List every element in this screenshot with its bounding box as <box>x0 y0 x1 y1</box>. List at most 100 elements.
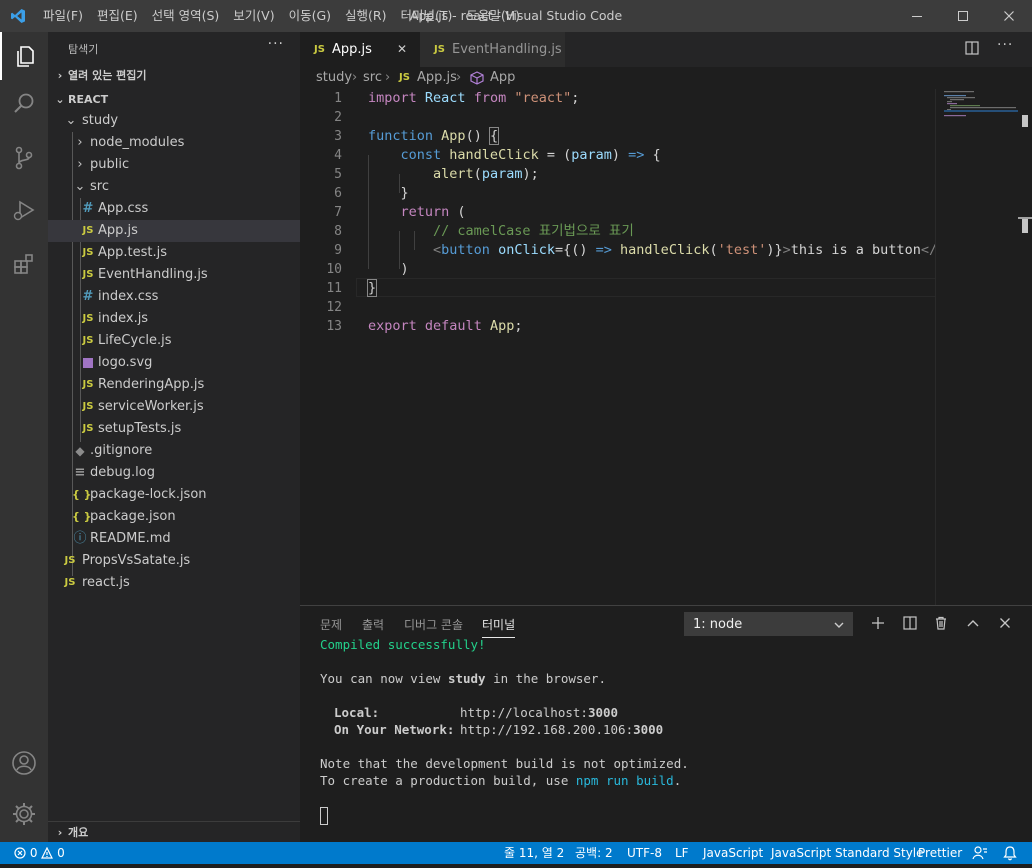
menu-terminal[interactable]: 터미널(T) <box>394 0 460 32</box>
tree-file-propsvssatate-js[interactable]: JS PropsVsSatate.js <box>48 550 300 572</box>
tree-file-readme-md[interactable]: ⓘ README.md <box>48 528 300 550</box>
minimize-button[interactable] <box>894 0 940 32</box>
minimap[interactable] <box>935 89 1019 605</box>
folder-label: node_modules <box>90 135 185 150</box>
feedback-button[interactable] <box>972 845 988 868</box>
editor-more-button[interactable]: ··· <box>997 37 1013 53</box>
chevron-down-icon <box>834 622 844 628</box>
terminal-compiled: Compiled successfully! <box>320 637 486 652</box>
terminal-select[interactable]: 1: node <box>684 612 853 636</box>
editor-scrollbar[interactable] <box>1018 89 1032 605</box>
maximize-button[interactable] <box>940 0 986 32</box>
tree-folder-study[interactable]: ⌄ study <box>48 110 300 132</box>
breadcrumb-item[interactable]: App.js <box>417 67 457 89</box>
outline-section[interactable]: › 개요 <box>48 821 300 844</box>
panel-tab-problems[interactable]: 문제 <box>320 616 342 633</box>
notifications-button[interactable] <box>1003 845 1017 868</box>
chevron-down-icon: ⌄ <box>65 113 77 128</box>
menu-edit[interactable]: 편집(E) <box>90 0 145 32</box>
tree-file-package-lock-json[interactable]: { } package-lock.json <box>48 484 300 506</box>
bottom-panel: 문제 출력 디버그 콘솔 터미널 1: node Compiled succes… <box>300 605 1032 843</box>
activity-explorer[interactable] <box>0 32 48 80</box>
status-eol[interactable]: LF <box>675 842 689 864</box>
tree-file-index-js[interactable]: JS index.js <box>48 308 300 330</box>
tree-file-lifecycle-js[interactable]: JS LifeCycle.js <box>48 330 300 352</box>
line-number: 9 <box>334 243 342 258</box>
explorer-more-button[interactable]: ··· <box>268 36 284 52</box>
gitignore-file-icon: ◆ <box>75 444 85 458</box>
line-number: 10 <box>326 262 342 277</box>
tree-folder-node-modules[interactable]: › node_modules <box>48 132 300 154</box>
kill-terminal-button[interactable] <box>930 612 952 634</box>
activity-extensions[interactable] <box>0 240 48 288</box>
status-language[interactable]: JavaScript <box>703 842 763 864</box>
status-prettier[interactable]: Prettier <box>918 842 962 864</box>
tree-file-logo-svg[interactable]: logo.svg <box>48 352 300 374</box>
status-encoding[interactable]: UTF-8 <box>627 842 662 864</box>
tree-folder-src[interactable]: ⌄ src <box>48 176 300 198</box>
tree-file-serviceworker-js[interactable]: JS serviceWorker.js <box>48 396 300 418</box>
tree-file-react-js[interactable]: JS react.js <box>48 572 300 594</box>
tab-app-js[interactable]: JS App.js ✕ <box>300 32 420 67</box>
tree-file-debug-log[interactable]: ≡ debug.log <box>48 462 300 484</box>
project-label: REACT <box>68 93 109 106</box>
js-file-icon: JS <box>64 555 76 566</box>
json-file-icon: { } <box>72 488 92 501</box>
menu-run[interactable]: 실행(R) <box>338 0 393 32</box>
panel-tab-terminal[interactable]: 터미널 <box>482 616 516 638</box>
js-file-icon: JS <box>82 379 94 390</box>
tab-eventhandling-js[interactable]: JS EventHandling.js <box>420 32 565 67</box>
code-line: <button onClick={() => handleClick('test… <box>433 242 970 258</box>
activity-search[interactable] <box>0 80 48 128</box>
status-cursor-position[interactable]: 줄 11, 열 2 <box>504 842 564 864</box>
tree-file-app-css[interactable]: # App.css <box>48 198 300 220</box>
status-indentation[interactable]: 공백: 2 <box>575 842 613 864</box>
tree-file-app-js[interactable]: JS App.js <box>48 220 300 242</box>
menu-file[interactable]: 파일(F) <box>36 0 90 32</box>
menu-view[interactable]: 보기(V) <box>226 0 281 32</box>
tree-folder-public[interactable]: › public <box>48 154 300 176</box>
terminal-local-url[interactable]: http://localhost:3000 <box>460 704 618 721</box>
split-editor-button[interactable] <box>964 40 980 60</box>
tree-file-setuptests-js[interactable]: JS setupTests.js <box>48 418 300 440</box>
menu-help[interactable]: 도움말(H) <box>459 0 527 32</box>
close-panel-button[interactable] <box>994 612 1016 634</box>
menu-selection[interactable]: 선택 영역(S) <box>145 0 227 32</box>
js-file-icon: JS <box>82 423 94 434</box>
close-tab-icon[interactable]: ✕ <box>397 32 407 67</box>
tree-file-renderingapp-js[interactable]: JS RenderingApp.js <box>48 374 300 396</box>
js-file-icon: JS <box>434 44 445 55</box>
tree-file-gitignore[interactable]: ◆ .gitignore <box>48 440 300 462</box>
breadcrumb-item[interactable]: src <box>363 67 382 89</box>
folder-label: public <box>90 157 130 172</box>
close-window-button[interactable] <box>986 0 1032 32</box>
tree-file-package-json[interactable]: { } package.json <box>48 506 300 528</box>
tree-file-index-css[interactable]: # index.css <box>48 286 300 308</box>
panel-tab-debug-console[interactable]: 디버그 콘솔 <box>404 616 463 633</box>
terminal-network-url[interactable]: http://192.168.200.106:3000 <box>460 721 663 738</box>
status-linter[interactable]: JavaScript Standard Style <box>771 842 924 864</box>
maximize-icon <box>958 11 968 21</box>
code-editor[interactable]: 1 2 3 4 5 6 7 8 9 10 11 12 13 import Rea… <box>300 89 1032 605</box>
new-terminal-button[interactable] <box>867 612 889 634</box>
maximize-panel-button[interactable] <box>962 612 984 634</box>
activity-run-debug[interactable] <box>0 186 48 234</box>
tree-file-eventhandling-js[interactable]: JS EventHandling.js <box>48 264 300 286</box>
run-debug-icon <box>13 200 35 221</box>
activity-bar <box>0 32 48 842</box>
panel-tab-output[interactable]: 출력 <box>362 616 384 633</box>
breadcrumb-item[interactable]: study <box>316 67 352 89</box>
activity-source-control[interactable] <box>0 134 48 182</box>
split-terminal-button[interactable] <box>899 612 921 634</box>
breadcrumb-item[interactable]: App <box>490 67 515 89</box>
tree-file-app-test-js[interactable]: JS App.test.js <box>48 242 300 264</box>
open-editors-section[interactable]: › 열려 있는 편집기 <box>48 65 300 87</box>
line-number: 8 <box>334 224 342 239</box>
activity-accounts[interactable] <box>0 739 48 787</box>
status-problems[interactable]: 0 0 <box>14 842 65 864</box>
line-number: 6 <box>334 186 342 201</box>
project-section[interactable]: ⌄ REACT <box>48 89 300 111</box>
activity-manage[interactable] <box>0 790 48 838</box>
menu-go[interactable]: 이동(G) <box>282 0 338 32</box>
chevron-right-icon: › <box>352 70 358 85</box>
